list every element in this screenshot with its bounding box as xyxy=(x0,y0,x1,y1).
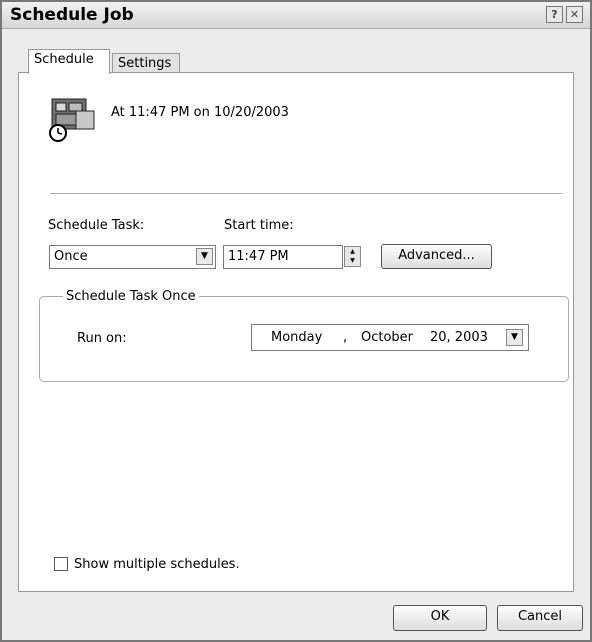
cancel-button[interactable]: Cancel xyxy=(497,605,583,631)
date-weekday[interactable]: Monday xyxy=(271,330,322,345)
chevron-down-icon[interactable]: ▼ xyxy=(196,248,213,265)
start-time-value: 11:47 PM xyxy=(228,249,289,264)
show-multiple-checkbox[interactable] xyxy=(54,557,68,571)
schedule-job-window: Schedule Job ? ✕ Schedule Settings At 11… xyxy=(0,0,592,642)
show-multiple-label: Show multiple schedules. xyxy=(74,557,240,572)
tab-settings-label: Settings xyxy=(118,56,172,71)
chevron-down-icon[interactable]: ▼ xyxy=(506,329,523,346)
help-button[interactable]: ? xyxy=(546,6,563,23)
scheduled-task-icon xyxy=(49,98,95,142)
group-legend: Schedule Task Once xyxy=(63,289,199,304)
run-on-date-picker[interactable]: Monday , October 20, 2003 ▼ xyxy=(251,324,529,351)
schedule-task-value: Once xyxy=(54,249,88,264)
start-time-spinner[interactable]: ▲ ▼ xyxy=(344,246,361,267)
start-time-label: Start time: xyxy=(224,218,294,233)
title-bar[interactable]: Schedule Job ? ✕ xyxy=(2,2,590,29)
date-month[interactable]: October xyxy=(361,330,413,345)
date-separator: , xyxy=(343,330,348,345)
run-on-label: Run on: xyxy=(77,331,127,346)
window-title: Schedule Job xyxy=(10,5,134,25)
schedule-summary: At 11:47 PM on 10/20/2003 xyxy=(111,105,289,120)
tab-schedule-label: Schedule xyxy=(34,52,94,67)
start-time-input[interactable]: 11:47 PM xyxy=(223,245,343,269)
divider xyxy=(50,193,562,194)
schedule-task-label: Schedule Task: xyxy=(48,218,145,233)
ok-button[interactable]: OK xyxy=(393,605,487,631)
schedule-task-select[interactable]: Once ▼ xyxy=(49,245,216,269)
tab-schedule[interactable]: Schedule xyxy=(28,49,110,74)
advanced-button[interactable]: Advanced... xyxy=(381,244,492,269)
close-button[interactable]: ✕ xyxy=(566,6,583,23)
date-day-year[interactable]: 20, 2003 xyxy=(430,330,488,345)
